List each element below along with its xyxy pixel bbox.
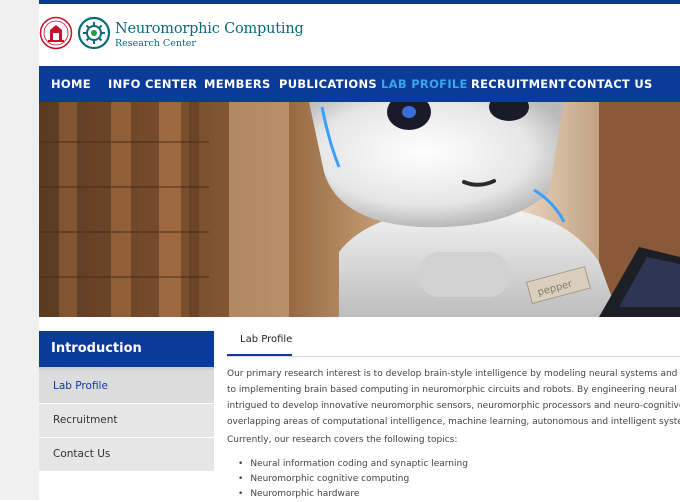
nav-members[interactable]: MEMBERS [204, 66, 271, 102]
topic-list: Neural information coding and synaptic l… [238, 457, 468, 502]
tab-lab-profile[interactable]: Lab Profile [227, 326, 292, 356]
main-navigation: HOME INFO CENTER MEMBERS PUBLICATIONS LA… [39, 66, 680, 102]
nav-contact-us[interactable]: CONTACT US [568, 66, 653, 102]
nav-recruitment[interactable]: RECRUITMENT [471, 66, 567, 102]
nav-publications[interactable]: PUBLICATIONS [279, 66, 377, 102]
list-item: Neuromorphic cognitive computing [238, 472, 468, 487]
site-header: Neuromorphic Computing Research Center [39, 4, 680, 66]
robot-photo: pepper [39, 102, 680, 317]
paragraph-line: Our primary research interest is to deve… [227, 369, 680, 379]
paragraph-line: intrigued to develop innovative neuromor… [227, 401, 680, 411]
sidebar: Introduction Lab Profile Recruitment Con… [39, 331, 214, 472]
research-center-logo-icon[interactable] [77, 16, 111, 50]
sidebar-item-contact-us[interactable]: Contact Us [39, 438, 214, 472]
sidebar-item-recruitment[interactable]: Recruitment [39, 404, 214, 438]
intro-paragraph: Our primary research interest is to deve… [227, 366, 680, 430]
nav-home[interactable]: HOME [51, 66, 91, 102]
university-seal-icon[interactable] [39, 16, 73, 50]
left-margin [0, 0, 39, 500]
brand-title[interactable]: Neuromorphic Computing [115, 21, 304, 37]
hero-banner: pepper [39, 102, 680, 317]
tab-label: Lab Profile [240, 334, 293, 345]
nav-info-center[interactable]: INFO CENTER [108, 66, 197, 102]
nav-lab-profile[interactable]: LAB PROFILE [381, 66, 468, 102]
paragraph-line: to implementing brain based computing in… [227, 385, 680, 395]
list-item: Neural information coding and synaptic l… [238, 457, 468, 472]
sidebar-item-lab-profile[interactable]: Lab Profile [39, 370, 214, 404]
sidebar-heading: Introduction [39, 331, 214, 370]
tab-divider [227, 356, 680, 357]
topics-intro: Currently, our research covers the follo… [227, 435, 458, 445]
paragraph-line: overlapping areas of computational intel… [227, 417, 680, 427]
brand-subtitle: Research Center [115, 38, 196, 49]
